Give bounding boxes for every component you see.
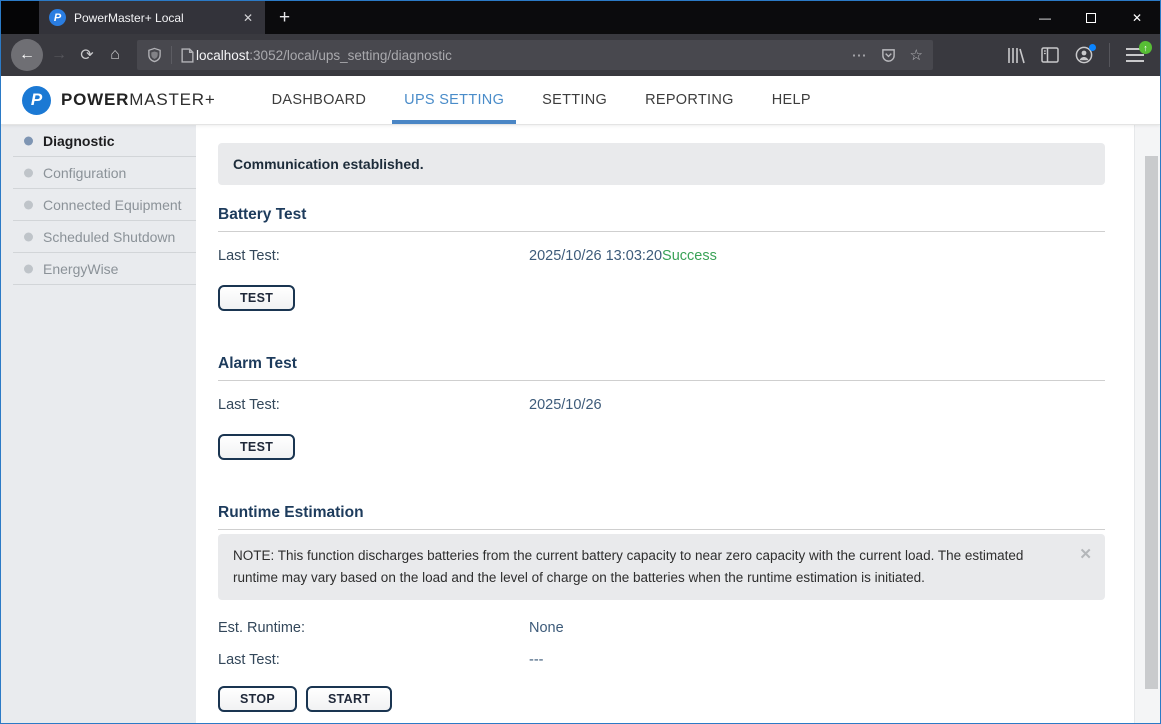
minimize-button[interactable]: — bbox=[1022, 1, 1068, 34]
battery-last-test-label: Last Test: bbox=[218, 248, 280, 264]
sidebar-item-scheduled-shutdown[interactable]: Scheduled Shutdown bbox=[1, 221, 196, 253]
url-path: :3052/local/ups_setting/diagnostic bbox=[249, 47, 452, 63]
brand-name: POWERMASTER+ bbox=[61, 90, 216, 109]
nav-dashboard[interactable]: DASHBOARD bbox=[260, 76, 379, 124]
battery-last-test-row: Last Test: 2025/10/26 13:03:20Success bbox=[218, 246, 1105, 266]
back-icon: ← bbox=[19, 46, 35, 63]
maximize-button[interactable] bbox=[1068, 1, 1114, 34]
sidebar-item-diagnostic[interactable]: Diagnostic bbox=[1, 125, 196, 157]
close-button[interactable]: ✕ bbox=[1114, 1, 1160, 34]
menu-button[interactable]: ↑ bbox=[1126, 41, 1152, 62]
new-tab-button[interactable]: + bbox=[265, 1, 304, 34]
scrollbar-thumb[interactable] bbox=[1145, 156, 1158, 689]
note-close-icon[interactable]: ✕ bbox=[1079, 544, 1092, 566]
browser-window: P PowerMaster+ Local ✕ + — ✕ ← → ⟳ ⌂ loc… bbox=[0, 0, 1161, 724]
update-badge-icon: ↑ bbox=[1139, 41, 1152, 54]
sidebar-item-configuration[interactable]: Configuration bbox=[1, 157, 196, 189]
battery-test-status: Success bbox=[662, 248, 717, 264]
runtime-last-test-value: --- bbox=[529, 652, 544, 668]
url-host: localhost bbox=[196, 47, 250, 63]
est-runtime-value: None bbox=[529, 620, 564, 636]
app-logo[interactable]: P POWERMASTER+ bbox=[22, 76, 216, 124]
page-actions-icon[interactable]: ⋯ bbox=[852, 46, 867, 64]
sidebar: Diagnostic Configuration Connected Equip… bbox=[1, 125, 196, 723]
url-text[interactable]: localhost:3052/local/ups_setting/diagnos… bbox=[196, 48, 452, 63]
nav-setting[interactable]: SETTING bbox=[530, 76, 619, 124]
maximize-icon bbox=[1086, 12, 1096, 23]
sidebar-item-label: Scheduled Shutdown bbox=[43, 229, 176, 245]
alarm-last-test-label: Last Test: bbox=[218, 397, 280, 413]
status-banner: Communication established. bbox=[218, 143, 1105, 185]
forward-button[interactable]: → bbox=[45, 41, 73, 69]
favicon-icon: P bbox=[49, 9, 66, 26]
sidebar-item-connected-equipment[interactable]: Connected Equipment bbox=[1, 189, 196, 221]
reload-button[interactable]: ⟳ bbox=[73, 41, 101, 69]
alarm-last-test-row: Last Test: 2025/10/26 bbox=[218, 395, 1105, 415]
runtime-note-text: NOTE: This function discharges batteries… bbox=[233, 548, 1024, 585]
bullet-icon bbox=[24, 232, 33, 242]
runtime-last-test-label: Last Test: bbox=[218, 652, 280, 668]
tab-title: PowerMaster+ Local bbox=[74, 10, 184, 25]
library-icon[interactable] bbox=[1007, 47, 1025, 64]
tab-close-icon[interactable]: ✕ bbox=[239, 9, 257, 27]
runtime-estimation-heading: Runtime Estimation bbox=[218, 504, 1105, 530]
titlebar: P PowerMaster+ Local ✕ + — ✕ bbox=[1, 1, 1160, 34]
url-bar[interactable]: localhost:3052/local/ups_setting/diagnos… bbox=[137, 40, 933, 70]
browser-tab[interactable]: P PowerMaster+ Local ✕ bbox=[39, 1, 265, 34]
alarm-last-test-value: 2025/10/26 bbox=[529, 397, 602, 413]
battery-last-test-value: 2025/10/26 13:03:20Success bbox=[529, 248, 717, 264]
account-notification-dot bbox=[1089, 44, 1096, 51]
app-header: P POWERMASTER+ DASHBOARD UPS SETTING SET… bbox=[1, 76, 1160, 125]
scrollbar-track[interactable] bbox=[1134, 125, 1160, 723]
sidebar-item-label: Configuration bbox=[43, 165, 127, 181]
runtime-start-button[interactable]: START bbox=[306, 686, 393, 712]
main-nav: DASHBOARD UPS SETTING SETTING REPORTING … bbox=[260, 76, 837, 124]
bullet-icon bbox=[24, 264, 33, 274]
bullet-icon bbox=[24, 136, 33, 146]
page-info-icon[interactable] bbox=[181, 47, 194, 63]
back-button[interactable]: ← bbox=[11, 39, 43, 71]
reload-icon: ⟳ bbox=[80, 47, 94, 64]
home-button[interactable]: ⌂ bbox=[101, 41, 129, 69]
est-runtime-label: Est. Runtime: bbox=[218, 620, 306, 636]
battery-test-heading: Battery Test bbox=[218, 206, 1105, 232]
main-content: Communication established. Battery Test … bbox=[196, 125, 1134, 723]
battery-test-button[interactable]: TEST bbox=[218, 285, 296, 311]
sidebar-toggle-icon[interactable] bbox=[1041, 47, 1059, 63]
alarm-test-heading: Alarm Test bbox=[218, 355, 1105, 381]
toolbar-divider bbox=[1109, 43, 1110, 67]
tracking-shield-icon[interactable] bbox=[147, 47, 162, 63]
bullet-icon bbox=[24, 200, 33, 210]
forward-icon: → bbox=[51, 46, 67, 63]
sidebar-item-label: Connected Equipment bbox=[43, 197, 182, 213]
runtime-note: NOTE: This function discharges batteries… bbox=[218, 534, 1105, 600]
bullet-icon bbox=[24, 168, 33, 178]
powermaster-logo-icon: P bbox=[22, 85, 51, 115]
bookmark-star-icon[interactable]: ☆ bbox=[910, 46, 923, 64]
browser-toolbar: ← → ⟳ ⌂ localhost:3052/local/ups_setting… bbox=[1, 34, 1160, 76]
urlbar-divider bbox=[171, 46, 172, 64]
nav-ups-setting[interactable]: UPS SETTING bbox=[392, 76, 517, 124]
pocket-icon[interactable] bbox=[881, 48, 896, 63]
account-icon[interactable] bbox=[1075, 44, 1096, 64]
titlebar-corner bbox=[1, 1, 39, 34]
home-icon: ⌂ bbox=[110, 46, 120, 63]
window-controls: — ✕ bbox=[1022, 1, 1160, 34]
sidebar-item-energywise[interactable]: EnergyWise bbox=[1, 253, 196, 285]
nav-reporting[interactable]: REPORTING bbox=[633, 76, 746, 124]
nav-help[interactable]: HELP bbox=[760, 76, 823, 124]
runtime-stop-button[interactable]: STOP bbox=[218, 686, 298, 712]
runtime-last-test-row: Last Test: --- bbox=[218, 650, 1105, 670]
alarm-test-button[interactable]: TEST bbox=[218, 434, 296, 460]
est-runtime-row: Est. Runtime: None bbox=[218, 618, 1105, 638]
sidebar-item-label: Diagnostic bbox=[43, 133, 115, 149]
sidebar-item-label: EnergyWise bbox=[43, 261, 119, 277]
